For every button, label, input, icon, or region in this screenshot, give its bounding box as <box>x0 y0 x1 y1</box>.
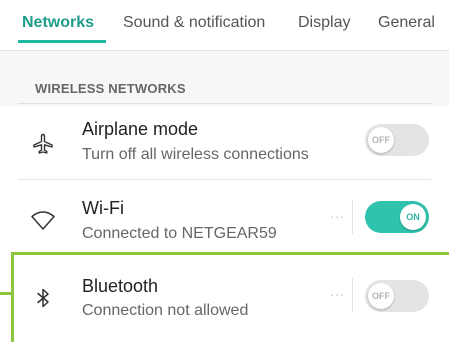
tab-networks[interactable]: Networks <box>22 14 94 32</box>
airplane-mode-title: Airplane mode <box>82 119 199 139</box>
highlight-pointer <box>0 292 12 295</box>
tab-sound-notification[interactable]: Sound & notification <box>123 14 265 32</box>
wifi-toggle[interactable]: ON <box>365 201 429 233</box>
wifi-icon <box>31 211 55 230</box>
section-divider <box>18 103 431 104</box>
wifi-more-icon[interactable]: ··· <box>330 208 344 224</box>
active-tab-indicator <box>18 40 106 43</box>
airplane-mode-subtitle: Turn off all wireless connections <box>82 146 309 163</box>
wifi-separator <box>352 200 353 234</box>
tab-display[interactable]: Display <box>298 14 350 32</box>
wifi-toggle-state: ON <box>400 204 426 230</box>
tab-bar: Networks Sound & notification Display Ge… <box>0 0 449 52</box>
section-header-wireless-networks: WIRELESS NETWORKS <box>35 81 186 96</box>
list-item-wifi[interactable]: Wi-Fi Connected to NETGEAR59 ··· ON <box>0 180 449 252</box>
list-item-airplane-mode[interactable]: Airplane mode Turn off all wireless conn… <box>0 106 449 178</box>
airplane-icon <box>33 133 53 154</box>
airplane-mode-toggle-state: OFF <box>368 127 394 153</box>
tab-general[interactable]: General <box>378 14 435 32</box>
highlight-frame <box>11 252 449 342</box>
wifi-title: Wi-Fi <box>82 198 124 218</box>
wifi-subtitle: Connected to NETGEAR59 <box>82 225 277 242</box>
section-band <box>0 51 449 106</box>
airplane-mode-toggle[interactable]: OFF <box>365 124 429 156</box>
